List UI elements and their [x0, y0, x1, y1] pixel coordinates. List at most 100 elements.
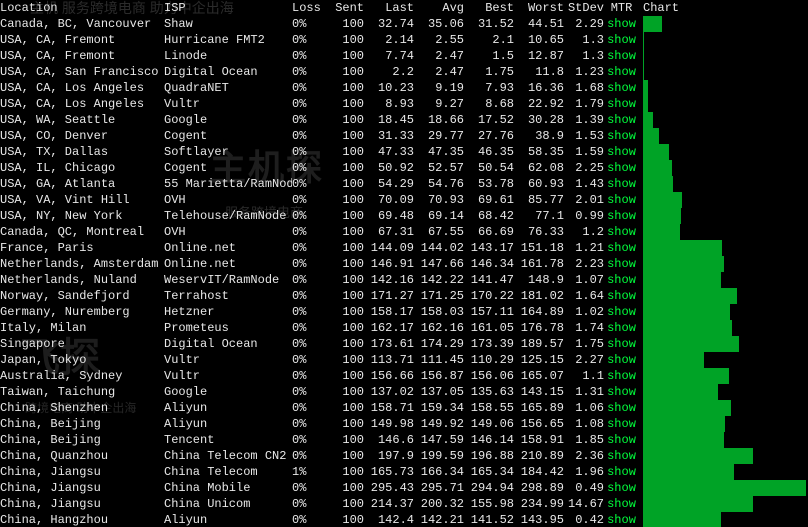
mtr-link[interactable]: show	[604, 160, 639, 176]
cell-avg: 159.34	[414, 400, 464, 416]
cell-best: 31.52	[464, 16, 514, 32]
mtr-link[interactable]: show	[604, 128, 639, 144]
cell-best: 8.68	[464, 96, 514, 112]
cell-avg: 171.25	[414, 288, 464, 304]
mtr-link[interactable]: show	[604, 64, 639, 80]
mtr-link[interactable]: show	[604, 384, 639, 400]
cell-isp: Hurricane FMT2	[164, 32, 292, 48]
col-avg: Avg	[414, 0, 464, 16]
cell-loss: 0%	[292, 208, 330, 224]
cell-best: 155.98	[464, 496, 514, 512]
mtr-link[interactable]: show	[604, 32, 639, 48]
mtr-link[interactable]: show	[604, 480, 639, 496]
cell-loss: 0%	[292, 448, 330, 464]
latency-bar	[643, 48, 808, 64]
cell-best: 66.69	[464, 224, 514, 240]
col-sent: Sent	[330, 0, 364, 16]
cell-last: 173.61	[364, 336, 414, 352]
mtr-link[interactable]: show	[604, 48, 639, 64]
cell-worst: 176.78	[514, 320, 564, 336]
cell-worst: 210.89	[514, 448, 564, 464]
cell-sent: 100	[330, 160, 364, 176]
cell-avg: 142.22	[414, 272, 464, 288]
cell-avg: 158.03	[414, 304, 464, 320]
cell-best: 135.63	[464, 384, 514, 400]
cell-stdev: 1.79	[564, 96, 604, 112]
cell-best: 27.76	[464, 128, 514, 144]
mtr-link[interactable]: show	[604, 240, 639, 256]
mtr-link[interactable]: show	[604, 288, 639, 304]
cell-isp: Telehouse/RamNode	[164, 208, 292, 224]
cell-sent: 100	[330, 128, 364, 144]
cell-avg: 142.21	[414, 512, 464, 527]
latency-bar	[643, 112, 808, 128]
latency-bar	[643, 192, 808, 208]
cell-location: USA, CA, Los Angeles	[0, 96, 164, 112]
mtr-link[interactable]: show	[604, 176, 639, 192]
mtr-link[interactable]: show	[604, 352, 639, 368]
mtr-link[interactable]: show	[604, 512, 639, 527]
mtr-link[interactable]: show	[604, 16, 639, 32]
cell-last: 113.71	[364, 352, 414, 368]
cell-worst: 181.02	[514, 288, 564, 304]
cell-location: USA, GA, Atlanta	[0, 176, 164, 192]
cell-avg: 2.55	[414, 32, 464, 48]
mtr-link[interactable]: show	[604, 368, 639, 384]
cell-location: Netherlands, Nuland	[0, 272, 164, 288]
cell-location: China, Quanzhou	[0, 448, 164, 464]
cell-best: 1.75	[464, 64, 514, 80]
cell-avg: 137.05	[414, 384, 464, 400]
mtr-link[interactable]: show	[604, 464, 639, 480]
cell-stdev: 2.01	[564, 192, 604, 208]
table-row: USA, NY, New YorkTelehouse/RamNode0%1006…	[0, 208, 808, 224]
cell-loss: 0%	[292, 256, 330, 272]
cell-loss: 0%	[292, 48, 330, 64]
cell-location: USA, NY, New York	[0, 208, 164, 224]
cell-worst: 165.07	[514, 368, 564, 384]
mtr-link[interactable]: show	[604, 320, 639, 336]
cell-avg: 47.35	[414, 144, 464, 160]
latency-bar	[643, 80, 808, 96]
cell-sent: 100	[330, 32, 364, 48]
col-last: Last	[364, 0, 414, 16]
cell-worst: 58.35	[514, 144, 564, 160]
cell-loss: 0%	[292, 272, 330, 288]
mtr-link[interactable]: show	[604, 400, 639, 416]
mtr-link[interactable]: show	[604, 448, 639, 464]
mtr-link[interactable]: show	[604, 208, 639, 224]
cell-sent: 100	[330, 432, 364, 448]
cell-best: 46.35	[464, 144, 514, 160]
mtr-link[interactable]: show	[604, 496, 639, 512]
mtr-link[interactable]: show	[604, 272, 639, 288]
cell-last: 144.09	[364, 240, 414, 256]
mtr-link[interactable]: show	[604, 112, 639, 128]
mtr-link[interactable]: show	[604, 432, 639, 448]
cell-stdev: 1.21	[564, 240, 604, 256]
mtr-link[interactable]: show	[604, 192, 639, 208]
cell-best: 173.39	[464, 336, 514, 352]
col-isp: ISP	[164, 0, 292, 16]
mtr-link[interactable]: show	[604, 144, 639, 160]
cell-avg: 2.47	[414, 48, 464, 64]
cell-last: 7.74	[364, 48, 414, 64]
cell-stdev: 1.02	[564, 304, 604, 320]
mtr-link[interactable]: show	[604, 336, 639, 352]
cell-sent: 100	[330, 480, 364, 496]
cell-sent: 100	[330, 16, 364, 32]
mtr-link[interactable]: show	[604, 256, 639, 272]
cell-isp: China Telecom	[164, 464, 292, 480]
mtr-link[interactable]: show	[604, 80, 639, 96]
cell-worst: 143.15	[514, 384, 564, 400]
mtr-link[interactable]: show	[604, 96, 639, 112]
mtr-link[interactable]: show	[604, 304, 639, 320]
mtr-link[interactable]: show	[604, 224, 639, 240]
table-row: USA, GA, Atlanta55 Marietta/RamNode0%100…	[0, 176, 808, 192]
cell-best: 2.1	[464, 32, 514, 48]
latency-bar	[643, 352, 808, 368]
mtr-link[interactable]: show	[604, 416, 639, 432]
latency-bar	[643, 496, 808, 512]
cell-isp: Prometeus	[164, 320, 292, 336]
cell-stdev: 1.1	[564, 368, 604, 384]
cell-last: 295.43	[364, 480, 414, 496]
cell-last: 2.14	[364, 32, 414, 48]
